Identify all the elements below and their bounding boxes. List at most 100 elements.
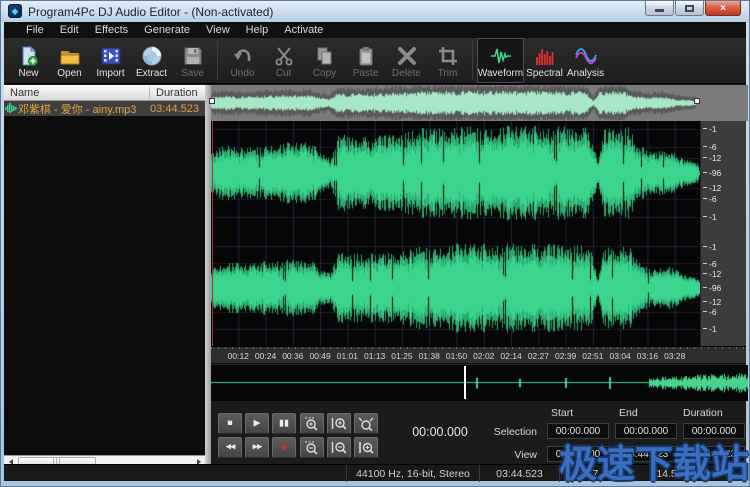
zoom-to-cursor-button[interactable]: [354, 437, 378, 458]
file-list-row[interactable]: 邓紫棋 - 爱你 - ainy.mp3 03:44.523: [4, 101, 205, 116]
selection-header-end: End: [619, 407, 638, 419]
title-bar: ◆ Program4Pc DJ Audio Editor - (Non-acti…: [1, 1, 749, 22]
menu-effects[interactable]: Effects: [87, 23, 136, 37]
spectral-bars-icon: [534, 45, 556, 67]
toolbar-separator: [217, 41, 218, 80]
db-ruler-label: -12: [709, 269, 721, 279]
overview-waveform-canvas[interactable]: [211, 85, 748, 121]
toolbar-cut-button: Cut: [263, 38, 304, 83]
timeline-tick: 03:04: [605, 351, 635, 361]
zoom-fit-button[interactable]: [354, 413, 378, 434]
timeline-tick: 00:36: [278, 351, 308, 361]
analysis-waves-icon: [575, 45, 597, 67]
timeline[interactable]: 00:1200:2400:3600:4901:0101:1301:2501:38…: [211, 346, 746, 363]
zoom-in-vertical-button[interactable]: [327, 413, 351, 434]
toolbar-separator: [472, 41, 473, 80]
save-floppy-icon: [182, 45, 204, 67]
preview-strip[interactable]: [211, 364, 746, 400]
toolbar-paste-button: Paste: [345, 38, 386, 83]
file-name: 邓紫棋 - 爱你 - ainy.mp3: [18, 101, 150, 117]
toolbar-open-label: Open: [57, 68, 81, 79]
zoom-out-vertical-button[interactable]: [327, 437, 351, 458]
preview-cursor[interactable]: [464, 366, 466, 399]
waveform-area: -1-6-12-96-12-6-1-1-6-12-96-12-6-1 00:12…: [211, 85, 746, 466]
menu-generate[interactable]: Generate: [136, 23, 198, 37]
overview-right-handle[interactable]: [694, 98, 700, 104]
toolbar-analysis-button[interactable]: Analysis: [565, 38, 606, 83]
toolbar-cut-label: Cut: [276, 68, 292, 79]
record-button[interactable]: ●: [272, 437, 296, 458]
play-icon: ▶: [254, 419, 261, 428]
app-frame: File Edit Effects Generate View Help Act…: [4, 22, 746, 481]
overview-left-handle[interactable]: [209, 98, 215, 104]
cut-scissors-icon: [273, 45, 295, 67]
overview-strip[interactable]: [211, 85, 746, 121]
delete-x-icon: [396, 45, 418, 67]
toolbar-spectral-button[interactable]: Spectral: [524, 38, 565, 83]
column-header-name[interactable]: Name: [4, 87, 149, 99]
timeline-tick: 03:28: [660, 351, 690, 361]
pause-button[interactable]: ▮▮: [272, 413, 296, 434]
db-ruler-label: -12: [709, 297, 721, 307]
close-icon: ×: [720, 3, 726, 14]
column-header-duration[interactable]: Duration: [149, 87, 205, 99]
toolbar-import-button[interactable]: Import: [90, 38, 131, 83]
menu-view[interactable]: View: [198, 23, 238, 37]
toolbar-trim-label: Trim: [438, 68, 458, 79]
selection-header-start: Start: [551, 407, 573, 419]
menu-activate[interactable]: Activate: [276, 23, 331, 37]
maximize-icon: [685, 5, 694, 12]
import-media-icon: [100, 45, 122, 67]
menu-bar: File Edit Effects Generate View Help Act…: [4, 22, 746, 38]
zoom-to-cursor-icon: [357, 440, 375, 455]
status-duration: 03:44.523: [479, 465, 559, 482]
toolbar-copy-button: Copy: [304, 38, 345, 83]
playhead-cursor[interactable]: [212, 121, 213, 346]
menu-edit[interactable]: Edit: [52, 23, 87, 37]
maximize-button[interactable]: [675, 1, 704, 16]
preview-waveform-canvas[interactable]: [211, 365, 748, 401]
db-ruler-label: -1: [709, 124, 717, 134]
paste-clipboard-icon: [355, 45, 377, 67]
db-ruler-label: -6: [709, 194, 717, 204]
toolbar-extract-button[interactable]: Extract: [131, 38, 172, 83]
timeline-tick: 03:16: [632, 351, 662, 361]
toolbar-spectral-label: Spectral: [526, 68, 563, 79]
toolbar-open-button[interactable]: Open: [49, 38, 90, 83]
db-ruler-label: -12: [709, 183, 721, 193]
fast-forward-icon: ▶▶: [253, 443, 262, 452]
timeline-tick: 02:39: [551, 351, 581, 361]
extract-cd-icon: [141, 45, 163, 67]
minimize-button[interactable]: [645, 1, 674, 16]
toolbar-waveform-button[interactable]: Waveform: [477, 38, 524, 83]
toolbar-new-label: New: [18, 68, 38, 79]
zoom-in-selection-button[interactable]: [300, 413, 324, 434]
main-waveform-canvas[interactable]: [211, 121, 702, 346]
zoom-in-vertical-icon: [330, 416, 348, 431]
close-button[interactable]: ×: [705, 1, 741, 16]
stop-button[interactable]: ■: [218, 413, 242, 434]
timeline-tick: 00:24: [251, 351, 281, 361]
db-ruler-label: -12: [709, 153, 721, 163]
zoom-out-vertical-icon: [330, 440, 348, 455]
timeline-tick: 02:02: [469, 351, 499, 361]
menu-file[interactable]: File: [18, 23, 52, 37]
toolbar-trim-button: Trim: [427, 38, 468, 83]
db-ruler-label: -1: [709, 324, 717, 334]
toolbar-delete-button: Delete: [386, 38, 427, 83]
zoom-out-selection-button[interactable]: [300, 437, 324, 458]
toolbar-new-button[interactable]: New: [8, 38, 49, 83]
play-button[interactable]: ▶: [245, 413, 269, 434]
main-waveform[interactable]: [211, 121, 746, 346]
menu-help[interactable]: Help: [238, 23, 277, 37]
toolbar-waveform-label: Waveform: [478, 68, 523, 79]
zoom-in-selection-icon: [303, 416, 321, 431]
timeline-tick: 00:49: [305, 351, 335, 361]
rewind-icon: ◀◀: [226, 443, 235, 452]
toolbar-save-button: Save: [172, 38, 213, 83]
fast-forward-button[interactable]: ▶▶: [245, 437, 269, 458]
rewind-button[interactable]: ◀◀: [218, 437, 242, 458]
toolbar-analysis-label: Analysis: [567, 68, 604, 79]
db-ruler-label: -1: [709, 212, 717, 222]
status-format: 44100 Hz, 16-bit, Stereo: [346, 465, 479, 482]
